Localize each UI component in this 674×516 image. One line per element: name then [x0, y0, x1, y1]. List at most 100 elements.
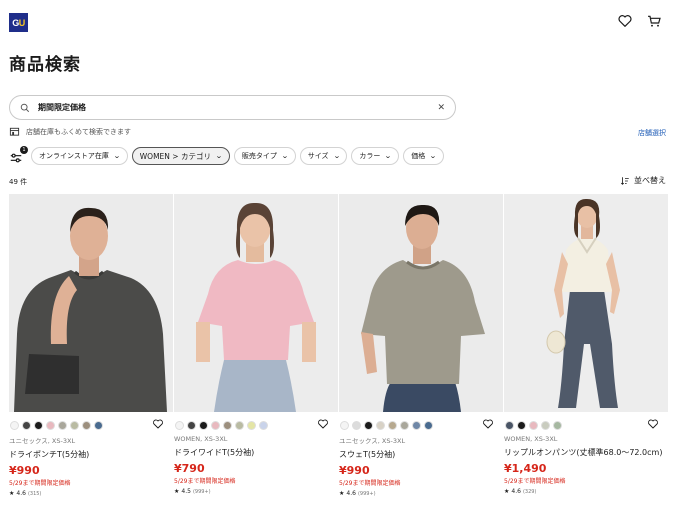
product-image[interactable] [174, 194, 338, 412]
color-swatch[interactable] [58, 420, 67, 430]
color-swatches [504, 420, 668, 430]
store-stock-toggle[interactable]: 店舗在庫もふくめて検索できます [9, 126, 131, 137]
product-image[interactable] [504, 194, 668, 412]
filter-settings-button[interactable]: 1 [9, 146, 28, 165]
color-swatch[interactable] [10, 420, 19, 430]
logo-text: GU [12, 17, 25, 28]
product-card[interactable]: WOMEN, XS-3XL リップルオンパンツ(丈標準68.0〜72.0cm) … [504, 194, 668, 497]
product-rating: ★ 4.6 (999+) [339, 490, 503, 497]
color-swatch[interactable] [187, 420, 196, 430]
color-swatches [174, 420, 338, 430]
product-image[interactable] [339, 194, 503, 412]
product-rating: ★ 4.6 (329) [504, 488, 668, 495]
color-swatch[interactable] [400, 420, 409, 430]
store-icon [9, 127, 20, 136]
product-card[interactable]: ユニセックス, XS-3XL スウェT(5分袖) ¥990 5/29まで期間限定… [339, 194, 503, 497]
rating-value: 4.5 [181, 488, 191, 495]
rating-value: 4.6 [16, 490, 26, 497]
product-grid: ユニセックス, XS-3XL ドライポンチT(5分袖) ¥990 5/29まで期… [9, 194, 668, 497]
product-name[interactable]: スウェT(5分袖) [339, 449, 503, 461]
color-swatch[interactable] [211, 420, 220, 430]
product-meta: ユニセックス, XS-3XL [9, 437, 76, 445]
favorite-icon[interactable] [647, 418, 659, 430]
chip-label: オンラインストア在庫 [39, 152, 109, 160]
color-swatch[interactable] [70, 420, 79, 430]
color-swatches [339, 420, 503, 430]
chip-label: 販売タイプ [241, 152, 277, 160]
color-swatch[interactable] [424, 420, 433, 430]
chip-label: カラー [359, 152, 381, 160]
color-swatch[interactable] [259, 420, 268, 430]
search-icon [20, 103, 30, 112]
color-swatch[interactable] [412, 420, 421, 430]
sort-button[interactable]: 並べ替え [620, 175, 666, 186]
select-store-link[interactable]: 店舗選択 [638, 128, 666, 138]
color-swatch[interactable] [247, 420, 256, 430]
product-price: ¥990 [9, 464, 40, 477]
color-swatch[interactable] [376, 420, 385, 430]
color-swatches [9, 420, 173, 430]
favorite-icon[interactable] [152, 418, 164, 430]
product-name[interactable]: リップルオンパンツ(丈標準68.0〜72.0cm) [504, 447, 668, 459]
chevron-down-icon: ⌄ [332, 152, 341, 160]
promo-text: 5/29まで期間限定価格 [174, 478, 236, 485]
product-meta: WOMEN, XS-3XL [504, 435, 558, 443]
filter-count-badge: 1 [20, 146, 28, 154]
review-count: (999+) [192, 488, 211, 495]
color-swatch[interactable] [340, 420, 349, 430]
product-card[interactable]: ユニセックス, XS-3XL ドライポンチT(5分袖) ¥990 5/29まで期… [9, 194, 173, 497]
color-swatch[interactable] [199, 420, 208, 430]
star-icon: ★ [504, 488, 510, 495]
color-swatch[interactable] [529, 420, 538, 430]
chip-label: WOMEN > カテゴリ [139, 151, 211, 161]
product-price: ¥990 [339, 464, 370, 477]
filter-sales-type[interactable]: 販売タイプ ⌄ [233, 147, 296, 165]
color-swatch[interactable] [364, 420, 373, 430]
star-icon: ★ [339, 490, 345, 497]
search-input[interactable] [38, 103, 438, 112]
review-count: (999+) [357, 490, 376, 497]
color-swatch[interactable] [388, 420, 397, 430]
clear-icon[interactable]: ✕ [437, 103, 445, 113]
color-swatch[interactable] [94, 420, 103, 430]
rating-value: 4.6 [346, 490, 356, 497]
filter-color[interactable]: カラー ⌄ [351, 147, 400, 165]
search-bar[interactable]: ✕ [9, 95, 456, 120]
promo-text: 5/29まで期間限定価格 [339, 480, 401, 487]
chevron-down-icon: ⌄ [280, 152, 289, 160]
chevron-down-icon: ⌄ [384, 152, 393, 160]
rating-value: 4.6 [511, 488, 521, 495]
cart-icon[interactable] [646, 13, 662, 29]
product-name[interactable]: ドライワイドT(5分袖) [174, 447, 338, 459]
heart-icon[interactable] [617, 13, 633, 29]
star-icon: ★ [174, 488, 180, 495]
filter-online-stock[interactable]: オンラインストア在庫 ⌄ [31, 147, 128, 165]
store-option-label: 店舗在庫もふくめて検索できます [26, 127, 131, 136]
favorite-icon[interactable] [482, 418, 494, 430]
color-swatch[interactable] [235, 420, 244, 430]
product-price: ¥1,490 [504, 462, 547, 475]
product-name[interactable]: ドライポンチT(5分袖) [9, 449, 173, 461]
product-card[interactable]: WOMEN, XS-3XL ドライワイドT(5分袖) ¥790 5/29まで期間… [174, 194, 338, 497]
filter-size[interactable]: サイズ ⌄ [299, 147, 348, 165]
color-swatch[interactable] [46, 420, 55, 430]
product-image[interactable] [9, 194, 173, 412]
color-swatch[interactable] [82, 420, 91, 430]
color-swatch[interactable] [517, 420, 526, 430]
filter-price[interactable]: 価格 ⌄ [403, 147, 445, 165]
color-swatch[interactable] [352, 420, 361, 430]
color-swatch[interactable] [541, 420, 550, 430]
sort-label: 並べ替え [634, 176, 666, 185]
gu-logo[interactable]: GU [9, 13, 28, 32]
favorite-icon[interactable] [317, 418, 329, 430]
color-swatch[interactable] [34, 420, 43, 430]
product-price: ¥790 [174, 462, 205, 475]
color-swatch[interactable] [553, 420, 562, 430]
color-swatch[interactable] [22, 420, 31, 430]
color-swatch[interactable] [175, 420, 184, 430]
color-swatch[interactable] [505, 420, 514, 430]
review-count: (329) [522, 488, 537, 495]
page-title: 商品検索 [9, 55, 81, 75]
filter-category[interactable]: WOMEN > カテゴリ ⌄ [131, 147, 230, 165]
color-swatch[interactable] [223, 420, 232, 430]
